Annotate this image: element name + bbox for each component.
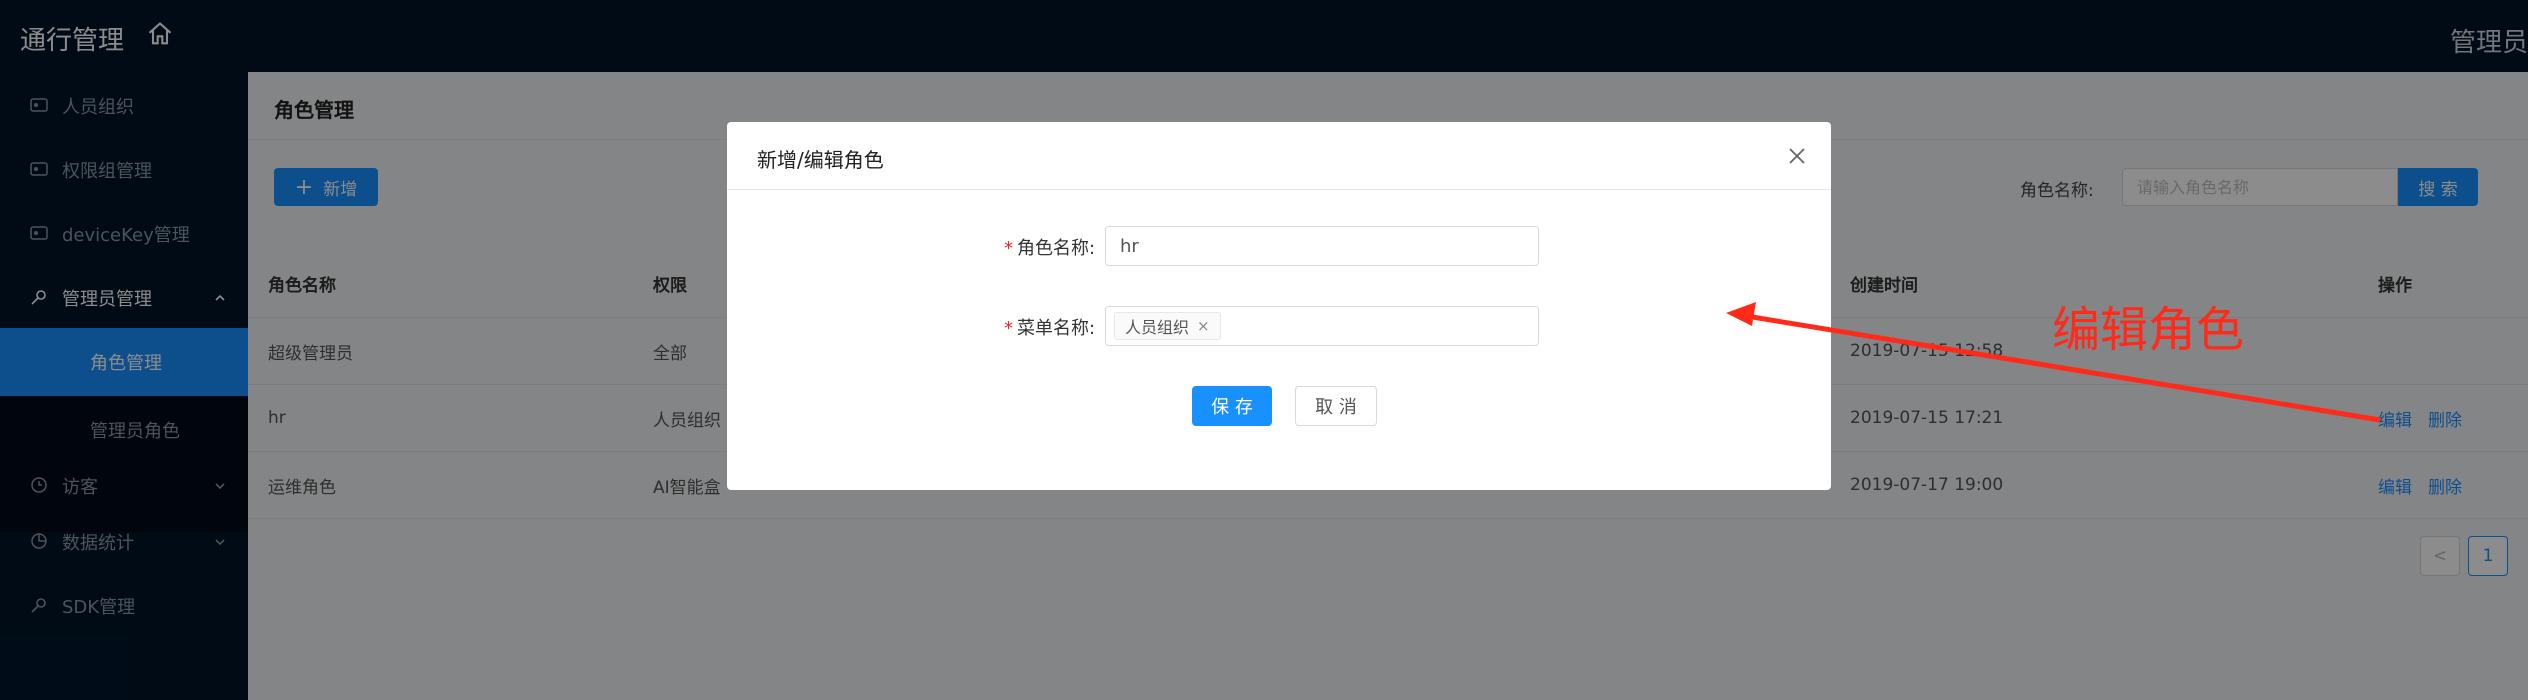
role-name-label-text: 角色名称:	[1017, 238, 1096, 259]
role-name-field[interactable]: hr	[1105, 226, 1539, 266]
tag-close-icon[interactable]: ×	[1197, 317, 1210, 335]
modal-header: 新增/编辑角色	[727, 122, 1831, 190]
tag-label: 人员组织	[1125, 318, 1190, 337]
menu-name-label-text: 菜单名称:	[1017, 318, 1096, 339]
close-icon[interactable]	[1785, 144, 1809, 168]
save-button[interactable]: 保 存	[1192, 386, 1272, 426]
modal-title: 新增/编辑角色	[757, 148, 884, 172]
annotation-label: 编辑角色	[2052, 302, 2245, 358]
cancel-button[interactable]: 取 消	[1295, 386, 1377, 426]
menu-name-label: * 菜单名称:	[1004, 314, 1095, 340]
role-name-label: * 角色名称:	[1004, 234, 1095, 260]
edit-role-modal: 新增/编辑角色 * 角色名称: hr * 菜单名称: 人员组织 × 保 存 取 消	[727, 122, 1831, 490]
required-mark: *	[1004, 238, 1013, 259]
menu-select[interactable]: 人员组织 ×	[1105, 306, 1539, 346]
selected-menu-tag: 人员组织 ×	[1114, 312, 1221, 340]
required-mark: *	[1004, 318, 1013, 339]
